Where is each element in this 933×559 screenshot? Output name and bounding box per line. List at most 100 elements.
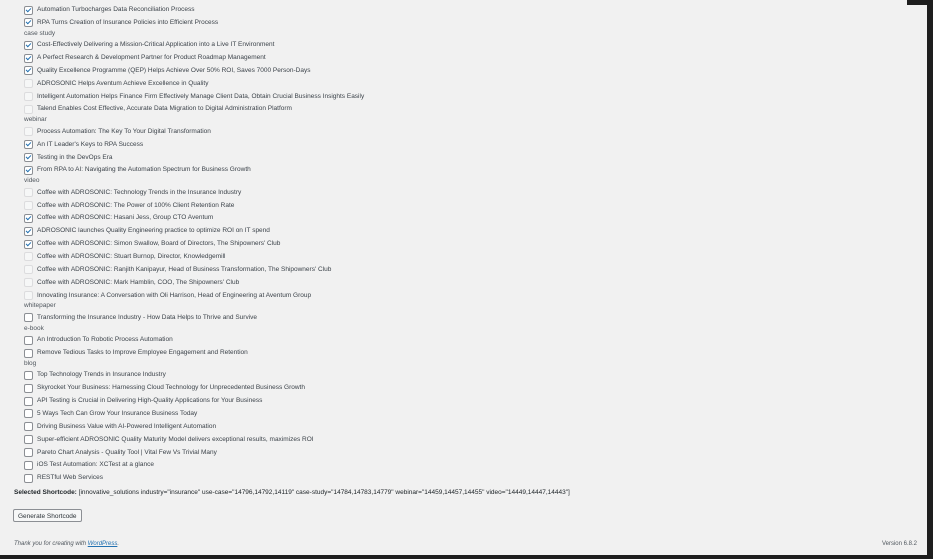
post-title-label: RPA Turns Creation of Insurance Policies…	[37, 18, 219, 26]
post-title-label: Transforming the Insurance Industry - Ho…	[37, 313, 258, 321]
generate-shortcode-button[interactable]: Generate Shortcode	[13, 509, 82, 522]
post-title-label: iOS Test Automation: XCTest at a glance	[37, 461, 154, 469]
post-title-label: A Perfect Research & Development Partner…	[37, 54, 266, 62]
checkbox-unchecked[interactable]	[24, 127, 33, 137]
category-heading: video	[24, 177, 40, 185]
checkbox-unchecked[interactable]	[24, 252, 33, 262]
post-checkbox-item[interactable]: API Testing is Crucial in Delivering Hig…	[24, 395, 262, 407]
checkbox-unchecked[interactable]	[24, 313, 33, 323]
post-checkbox-item[interactable]: Coffee with ADROSONIC: Hasani Jess, Grou…	[24, 212, 213, 224]
checkbox-unchecked[interactable]	[24, 265, 33, 275]
checkbox-checked[interactable]	[24, 153, 33, 162]
shortcode-label: Selected Shortcode:	[14, 489, 77, 496]
post-checkbox-item[interactable]: Coffee with ADROSONIC: Simon Swallow, Bo…	[24, 238, 280, 250]
checkbox-checked[interactable]	[24, 18, 33, 28]
post-checkbox-item[interactable]: ADROSONIC launches Quality Engineering p…	[24, 225, 270, 237]
checkbox-unchecked[interactable]	[24, 104, 33, 114]
category-heading: whitepaper	[24, 302, 56, 310]
category-heading: webinar	[24, 116, 47, 124]
post-checkbox-item[interactable]: Testing in the DevOps Era	[24, 152, 113, 164]
footer-thanks-prefix: Thank you for creating with	[14, 541, 88, 547]
window-bottom-edge	[0, 555, 933, 559]
post-checkbox-item[interactable]: Coffee with ADROSONIC: The Power of 100%…	[24, 200, 234, 212]
post-checkbox-item[interactable]: RPA Turns Creation of Insurance Policies…	[24, 17, 218, 29]
footer-version: Version 6.8.2	[881, 541, 917, 547]
post-checkbox-item[interactable]: Process Automation: The Key To Your Digi…	[24, 126, 211, 138]
post-checkbox-item[interactable]: Driving Business Value with AI-Powered I…	[24, 421, 216, 433]
shortcode-value: [innovative_solutions industry="insuranc…	[78, 489, 570, 496]
post-checkbox-item[interactable]: Transforming the Insurance Industry - Ho…	[24, 312, 257, 324]
post-title-label: An Introduction To Robotic Process Autom…	[37, 336, 173, 344]
category-heading: e-book	[24, 324, 44, 332]
post-checkbox-item[interactable]: Skyrocket Your Business: Harnessing Clou…	[24, 382, 305, 394]
checkbox-unchecked[interactable]	[24, 396, 33, 406]
post-checkbox-item[interactable]: A Perfect Research & Development Partner…	[24, 52, 266, 64]
post-checkbox-item[interactable]: An IT Leader's Keys to RPA Success	[24, 139, 143, 151]
checkbox-checked[interactable]	[24, 140, 33, 150]
checkbox-unchecked[interactable]	[24, 383, 33, 393]
checkbox-checked[interactable]	[24, 40, 33, 50]
post-title-label: Coffee with ADROSONIC: Simon Swallow, Bo…	[37, 240, 281, 248]
post-checkbox-item[interactable]: Intelligent Automation Helps Finance Fir…	[24, 91, 364, 103]
checkbox-unchecked[interactable]	[24, 335, 33, 345]
checkbox-checked[interactable]	[24, 239, 33, 249]
post-checkbox-item[interactable]: Coffee with ADROSONIC: Technology Trends…	[24, 187, 241, 199]
post-title-label: Coffee with ADROSONIC: Stuart Burnop, Di…	[37, 252, 226, 260]
post-title-label: Pareto Chart Analysis - Quality Tool | V…	[37, 448, 217, 456]
checkbox-checked[interactable]	[24, 165, 33, 175]
post-checkbox-item[interactable]: Coffee with ADROSONIC: Stuart Burnop, Di…	[24, 251, 225, 263]
post-checkbox-item[interactable]: Quality Excellence Programme (QEP) Helps…	[24, 65, 310, 77]
post-title-label: Driving Business Value with AI-Powered I…	[37, 422, 217, 430]
post-title-label: Coffee with ADROSONIC: The Power of 100%…	[37, 201, 235, 209]
checkbox-unchecked[interactable]	[24, 448, 33, 457]
post-checkbox-item[interactable]: 5 Ways Tech Can Grow Your Insurance Busi…	[24, 408, 197, 420]
post-checkbox-item[interactable]: Innovating Insurance: A Conversation wit…	[24, 290, 311, 302]
post-checkbox-item[interactable]: RESTful Web Services	[24, 472, 103, 484]
checkbox-unchecked[interactable]	[24, 460, 33, 470]
checkbox-checked[interactable]	[24, 226, 33, 236]
post-checkbox-item[interactable]: Automation Turbocharges Data Reconciliat…	[24, 4, 195, 16]
checkbox-unchecked[interactable]	[24, 409, 33, 419]
checkbox-unchecked[interactable]	[24, 370, 33, 380]
category-heading: blog	[24, 359, 37, 367]
checkbox-unchecked[interactable]	[24, 278, 33, 288]
checkbox-unchecked[interactable]	[24, 201, 33, 211]
post-checkbox-item[interactable]: Coffee with ADROSONIC: Ranjith Kanipayur…	[24, 264, 331, 276]
post-checkbox-item[interactable]: Coffee with ADROSONIC: Mark Hamblin, COO…	[24, 277, 239, 289]
post-checkbox-item[interactable]: Cost-Effectively Delivering a Mission-Cr…	[24, 39, 274, 51]
post-title-label: Remove Tedious Tasks to Improve Employee…	[37, 349, 248, 357]
wordpress-link[interactable]: WordPress	[88, 541, 118, 547]
checkbox-unchecked[interactable]	[24, 348, 33, 358]
post-checkbox-item[interactable]: Remove Tedious Tasks to Improve Employee…	[24, 347, 248, 359]
post-title-label: 5 Ways Tech Can Grow Your Insurance Busi…	[37, 409, 198, 417]
checkbox-unchecked[interactable]	[24, 92, 33, 102]
post-checkbox-item[interactable]: From RPA to AI: Navigating the Automatio…	[24, 164, 251, 176]
post-title-label: Automation Turbocharges Data Reconciliat…	[37, 6, 195, 13]
checkbox-checked[interactable]	[24, 66, 33, 76]
checkbox-checked[interactable]	[24, 213, 33, 223]
post-title-label: Coffee with ADROSONIC: Ranjith Kanipayur…	[37, 265, 332, 273]
post-title-label: API Testing is Crucial in Delivering Hig…	[37, 397, 263, 405]
checkbox-unchecked[interactable]	[24, 79, 33, 89]
post-checkbox-item[interactable]: An Introduction To Robotic Process Autom…	[24, 334, 173, 346]
post-checkbox-item[interactable]: Super-efficient ADROSONIC Quality Maturi…	[24, 434, 314, 446]
footer-thanks-suffix: .	[117, 541, 120, 547]
selected-shortcode: Selected Shortcode: [innovative_solution…	[14, 489, 570, 496]
post-title-label: RESTful Web Services	[37, 474, 103, 482]
post-title-label: Cost-Effectively Delivering a Mission-Cr…	[37, 41, 275, 49]
post-checkbox-item[interactable]: iOS Test Automation: XCTest at a glance	[24, 459, 154, 471]
checkbox-unchecked[interactable]	[24, 291, 33, 300]
post-checkbox-item[interactable]: Pareto Chart Analysis - Quality Tool | V…	[24, 447, 217, 459]
post-title-label: Intelligent Automation Helps Finance Fir…	[37, 92, 365, 100]
post-checkbox-item[interactable]: ADROSONIC Helps Aventum Achieve Excellen…	[24, 78, 208, 90]
checkbox-checked[interactable]	[24, 5, 33, 15]
checkbox-unchecked[interactable]	[24, 435, 33, 445]
checkbox-unchecked[interactable]	[24, 422, 33, 432]
checkbox-checked[interactable]	[24, 53, 33, 63]
post-checkbox-item[interactable]: Talend Enables Cost Effective, Accurate …	[24, 103, 292, 115]
post-title-label: Quality Excellence Programme (QEP) Helps…	[37, 66, 311, 74]
post-title-label: Skyrocket Your Business: Harnessing Clou…	[37, 384, 305, 392]
checkbox-unchecked[interactable]	[24, 188, 33, 198]
checkbox-unchecked[interactable]	[24, 473, 33, 483]
post-checkbox-item[interactable]: Top Technology Trends in Insurance Indus…	[24, 369, 166, 381]
